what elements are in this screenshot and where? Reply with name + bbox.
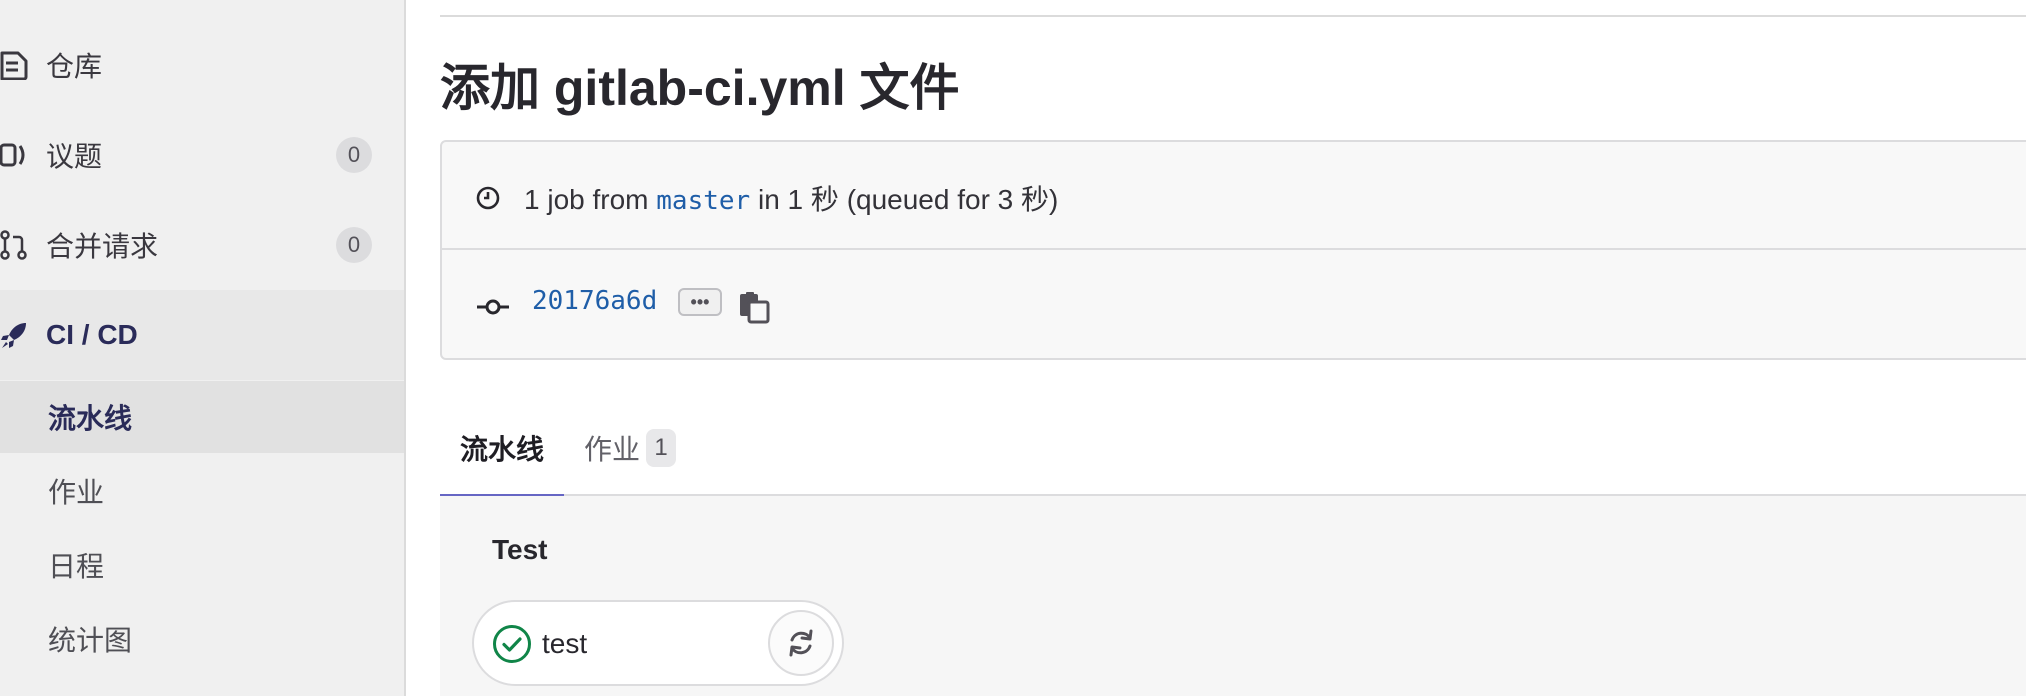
pipeline-graph: Test test	[440, 496, 2026, 696]
sidebar: 仓库 议题 0 合并请求 0 CI / CD 流水线 作业 日程 统计图	[0, 0, 406, 696]
jobs-count-badge: 1	[646, 429, 677, 467]
sidebar-subitem-label: 作业	[48, 477, 105, 508]
commit-message-toggle-button[interactable]: •••	[678, 288, 722, 316]
pipeline-summary-row: 1 job from master in 1 秒 (queued for 3 秒…	[442, 142, 2026, 250]
sidebar-subitem-schedules[interactable]: 日程	[0, 529, 404, 601]
clock-icon	[476, 186, 500, 210]
merge-request-icon	[0, 230, 28, 260]
sidebar-item-label: CI / CD	[46, 319, 138, 350]
rocket-icon	[0, 320, 28, 350]
commit-row: 20176a6d •••	[442, 250, 2026, 360]
top-divider	[440, 15, 2026, 17]
page-title: 添加 gitlab-ci.yml 文件	[440, 60, 960, 116]
sidebar-subitem-label: 统计图	[48, 625, 133, 656]
document-icon	[0, 50, 28, 80]
stage-title: Test	[492, 534, 548, 565]
summary-suffix: in 1 秒 (queued for 3 秒)	[757, 184, 1059, 215]
issues-count-badge: 0	[336, 137, 372, 173]
sidebar-subitem-pipelines[interactable]: 流水线	[0, 381, 404, 453]
sidebar-subitem-charts[interactable]: 统计图	[0, 603, 404, 675]
sidebar-item-label: 合并请求	[46, 231, 159, 262]
success-status-icon	[492, 624, 532, 664]
sidebar-subitem-label: 日程	[48, 551, 105, 582]
sidebar-item-label: 议题	[46, 141, 103, 172]
tab-label: 作业	[584, 434, 641, 465]
job-card[interactable]: test	[472, 600, 844, 686]
sidebar-item-merge-requests[interactable]: 合并请求 0	[0, 200, 404, 290]
pipeline-info-box: 1 job from master in 1 秒 (queued for 3 秒…	[440, 140, 2026, 360]
pipeline-tabs: 流水线 作业 1	[440, 400, 2026, 498]
tab-pipeline[interactable]: 流水线	[440, 400, 564, 498]
retry-icon[interactable]	[768, 610, 834, 676]
summary-prefix: 1 job from	[524, 184, 649, 215]
sidebar-subitem-jobs[interactable]: 作业	[0, 455, 404, 527]
sidebar-item-issues[interactable]: 议题 0	[0, 110, 404, 200]
copy-icon[interactable]	[738, 290, 770, 324]
job-name: test	[542, 628, 588, 659]
merge-requests-count-badge: 0	[336, 227, 372, 263]
commit-icon	[476, 290, 510, 324]
sidebar-item-label: 仓库	[46, 51, 103, 82]
tab-jobs[interactable]: 作业 1	[584, 400, 677, 496]
sidebar-item-ci-cd[interactable]: CI / CD	[0, 290, 404, 380]
commit-sha-link[interactable]: 20176a6d	[532, 286, 657, 316]
sidebar-subitem-label: 流水线	[48, 403, 133, 434]
issues-icon	[0, 140, 28, 170]
branch-link[interactable]: master	[656, 186, 750, 216]
sidebar-item-repository[interactable]: 仓库	[0, 20, 404, 110]
tab-label: 流水线	[459, 434, 544, 465]
pipeline-summary: 1 job from master in 1 秒 (queued for 3 秒…	[524, 178, 1058, 218]
